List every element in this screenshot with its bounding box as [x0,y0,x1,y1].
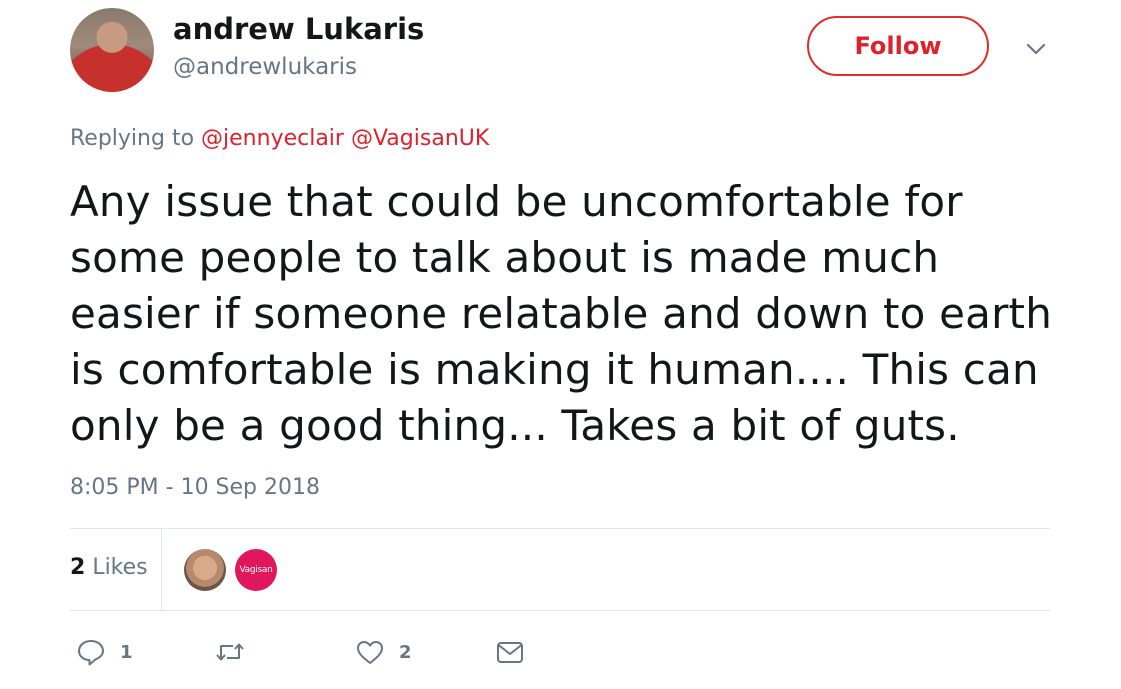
author-name[interactable]: andrew Lukaris [173,12,424,46]
tweet-line: only be a good thing... Takes a bit of g… [70,401,960,450]
likes-label: Likes [92,555,148,580]
like-action[interactable]: 2 [355,636,412,668]
like-count: 2 [399,641,412,663]
reply-action[interactable]: 1 [76,636,133,668]
tweet-line: some people to talk about is made much [70,233,940,282]
tweet-line: easier if someone relatable and down to … [70,289,1053,338]
message-icon [497,642,523,663]
divider [70,610,1050,611]
tweet-line: is comfortable is making it human.... Th… [70,345,1039,394]
likes-summary[interactable]: 2 Likes [70,555,148,580]
follow-button[interactable]: Follow [807,16,989,76]
direct-message-action[interactable] [495,636,525,668]
tweet-line: Any issue that could be uncomfortable fo… [70,177,963,226]
author-avatar[interactable] [70,8,154,92]
tweet-text: Any issue that could be uncomfortable fo… [70,174,1070,454]
mention-jennyeclair[interactable]: @jennyeclair [201,126,344,151]
reply-icon [78,640,104,666]
retweet-icon [216,643,244,661]
reply-context: Replying to @jennyeclair @VagisanUK [70,126,489,151]
heart-icon [357,641,383,664]
divider [161,529,162,611]
likes-count: 2 [70,555,86,580]
vagisan-logo-text: Vagisan [239,565,273,575]
mention-vagisanuk[interactable]: @VagisanUK [351,126,489,151]
reply-prefix: Replying to [70,126,195,151]
liker-avatar-andrew[interactable] [184,549,226,591]
timestamp[interactable]: 8:05 PM - 10 Sep 2018 [70,475,320,500]
tweet: andrew Lukaris @andrewlukaris Follow Rep… [0,0,1121,689]
divider [70,528,1050,529]
retweet-action[interactable] [215,636,259,668]
reply-count: 1 [120,641,133,663]
chevron-down-icon[interactable] [1024,37,1048,61]
liker-avatar-vagisan[interactable]: Vagisan [235,549,277,591]
author-handle[interactable]: @andrewlukaris [173,54,357,80]
